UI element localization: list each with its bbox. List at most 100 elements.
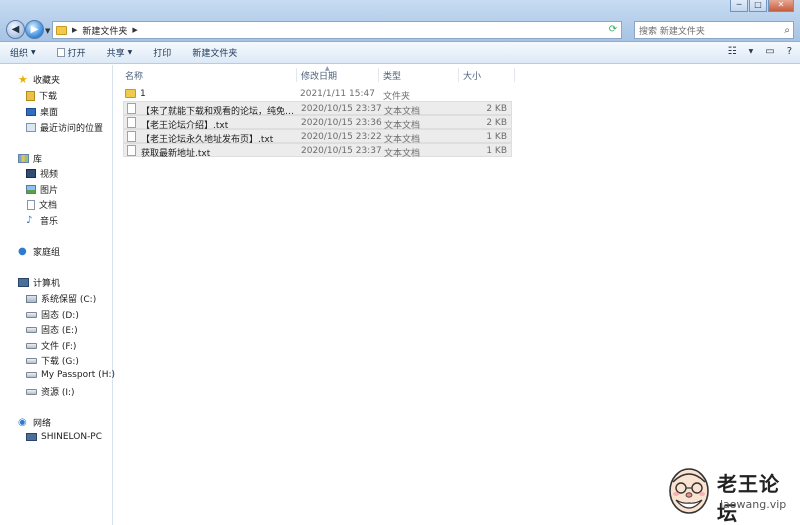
sidebar-item-label: My Passport (H:) xyxy=(41,370,115,380)
organize-button[interactable]: 组织 ▼ xyxy=(10,46,36,59)
column-divider[interactable] xyxy=(378,68,379,82)
arrow-right-icon: ▶ xyxy=(30,24,39,35)
file-name: 获取最新地址.txt xyxy=(141,149,211,159)
change-view-icon[interactable]: ☷ xyxy=(728,46,737,57)
forward-button[interactable]: ▶ xyxy=(25,20,44,39)
maximize-button[interactable]: □ xyxy=(749,0,767,12)
sidebar-item-drive-d[interactable]: 固态 (D:) xyxy=(26,308,79,321)
file-type: 文本文档 xyxy=(384,149,421,159)
hard-drive-icon xyxy=(26,326,37,333)
open-button[interactable]: 打开 xyxy=(56,46,86,59)
file-size: 2 KB xyxy=(486,118,507,128)
column-divider[interactable] xyxy=(514,68,515,82)
open-label: 打开 xyxy=(67,49,86,59)
watermark-title: 老王论坛 xyxy=(717,472,780,525)
new-folder-label: 新建文件夹 xyxy=(192,49,238,59)
sidebar-item-recent-places[interactable]: 最近访问的位置 xyxy=(26,121,103,134)
sidebar-item-label: 最近访问的位置 xyxy=(40,124,104,134)
text-file-icon xyxy=(127,117,136,128)
share-label: 共享 xyxy=(106,49,125,59)
sidebar-item-label: 资源 (I:) xyxy=(41,388,75,398)
sidebar-item-homegroup[interactable]: ● 家庭组 xyxy=(18,245,60,258)
file-row[interactable]: 【老王论坛永久地址发布页】.txt 2020/10/15 23:22 文本文档 … xyxy=(123,129,512,145)
sidebar-item-libraries[interactable]: 库 xyxy=(18,152,42,165)
sidebar-item-desktop[interactable]: 桌面 xyxy=(26,105,58,118)
notepad-icon xyxy=(56,48,65,57)
column-header-date[interactable]: 修改日期 xyxy=(301,69,337,82)
sidebar-item-drive-f[interactable]: 文件 (F:) xyxy=(26,339,76,352)
close-button[interactable]: ✕ xyxy=(768,0,794,12)
sidebar-item-label: SHINELON-PC xyxy=(41,432,103,442)
desktop-icon xyxy=(26,107,36,116)
file-row[interactable]: 【来了就能下载和观看的论坛，纯免费！... 2020/10/15 23:37 文… xyxy=(123,101,512,117)
sidebar-item-label: 下载 xyxy=(39,92,58,102)
chevron-down-icon: ▼ xyxy=(31,49,36,56)
preview-pane-icon[interactable]: ▭ xyxy=(765,46,774,57)
watermark-logo: 老王论坛 laowang.vip xyxy=(665,462,797,525)
column-headers: ▲ 名称 修改日期 类型 大小 xyxy=(120,65,800,83)
sidebar-item-documents[interactable]: 文档 xyxy=(27,198,57,211)
hard-drive-icon xyxy=(26,342,37,349)
search-input[interactable]: 搜索 新建文件夹 xyxy=(639,24,705,37)
sidebar-item-label: 文档 xyxy=(39,201,58,211)
sidebar-item-label: 文件 (F:) xyxy=(41,342,77,352)
sidebar-item-drive-e[interactable]: 固态 (E:) xyxy=(26,323,78,336)
file-date: 2020/10/15 23:37 xyxy=(301,146,382,156)
column-header-size[interactable]: 大小 xyxy=(463,69,481,82)
column-header-type[interactable]: 类型 xyxy=(383,69,401,82)
homegroup-icon: ● xyxy=(18,245,27,257)
network-computer-icon xyxy=(26,433,37,441)
file-row-folder[interactable]: 1 2021/1/11 15:47 文件夹 xyxy=(123,87,512,102)
sidebar-item-favorites[interactable]: ★ 收藏夹 xyxy=(18,73,60,86)
text-file-icon xyxy=(127,145,136,156)
share-button[interactable]: 共享 ▼ xyxy=(107,46,133,59)
sidebar-item-label: 计算机 xyxy=(33,279,61,289)
sidebar-item-pictures[interactable]: 图片 xyxy=(26,183,58,196)
sidebar-item-drive-c[interactable]: 系统保留 (C:) xyxy=(26,292,96,305)
print-button[interactable]: 打印 xyxy=(153,46,171,59)
file-row[interactable]: 【老王论坛介绍】.txt 2020/10/15 23:36 文本文档 2 KB xyxy=(123,115,512,131)
star-icon: ★ xyxy=(18,73,28,86)
recent-pages-chevron-down-icon[interactable]: ▼ xyxy=(45,27,50,35)
video-library-icon xyxy=(26,169,36,178)
sidebar-item-network[interactable]: ◉ 网络 xyxy=(18,416,51,429)
window-controls: ─ □ ✕ xyxy=(730,0,794,12)
breadcrumb-item-new-folder[interactable]: 新建文件夹 xyxy=(82,24,127,37)
address-bar[interactable]: ▶ 新建文件夹 ▶ ⟳ xyxy=(52,21,622,39)
sidebar-item-label: 下载 (G:) xyxy=(41,357,79,367)
minimize-button[interactable]: ─ xyxy=(730,0,748,12)
search-box[interactable]: 搜索 新建文件夹 ⌕ xyxy=(634,21,794,39)
back-button[interactable]: ◀ xyxy=(6,20,25,39)
sidebar-item-label: 家庭组 xyxy=(33,248,61,258)
sidebar-item-label: 音乐 xyxy=(40,217,59,227)
refresh-icon[interactable]: ⟳ xyxy=(605,22,621,38)
breadcrumb-chevron-right-icon[interactable]: ▶ xyxy=(72,26,77,34)
sidebar-item-label: 视频 xyxy=(40,170,59,180)
help-icon[interactable]: ? xyxy=(787,46,792,57)
watermark-url: laowang.vip xyxy=(720,498,787,511)
sidebar-item-videos[interactable]: 视频 xyxy=(26,167,58,180)
computer-icon xyxy=(18,278,29,287)
documents-library-icon xyxy=(27,199,35,210)
column-header-name[interactable]: 名称 xyxy=(125,69,143,82)
view-chevron-down-icon[interactable]: ▼ xyxy=(749,48,754,55)
sidebar-item-drive-h[interactable]: My Passport (H:) xyxy=(26,370,115,380)
text-file-icon xyxy=(127,103,136,114)
organize-label: 组织 xyxy=(10,49,29,59)
sidebar-item-label: 网络 xyxy=(33,419,52,429)
new-folder-button[interactable]: 新建文件夹 xyxy=(192,46,237,59)
network-icon: ◉ xyxy=(18,416,27,428)
sidebar-item-network-pc[interactable]: SHINELON-PC xyxy=(26,432,102,442)
breadcrumb-chevron-right-icon[interactable]: ▶ xyxy=(132,26,137,34)
search-icon[interactable]: ⌕ xyxy=(784,25,790,36)
column-divider[interactable] xyxy=(296,68,297,82)
sidebar-item-music[interactable]: ♪ 音乐 xyxy=(26,214,58,227)
print-label: 打印 xyxy=(153,49,172,59)
sidebar-item-drive-g[interactable]: 下载 (G:) xyxy=(26,354,79,367)
sidebar-item-drive-i[interactable]: 资源 (I:) xyxy=(26,385,75,398)
file-row[interactable]: 获取最新地址.txt 2020/10/15 23:37 文本文档 1 KB xyxy=(123,143,512,159)
system-drive-icon xyxy=(26,294,37,303)
sidebar-item-computer[interactable]: 计算机 xyxy=(18,276,60,289)
sidebar-item-downloads[interactable]: 下载 xyxy=(26,89,57,102)
column-divider[interactable] xyxy=(458,68,459,82)
